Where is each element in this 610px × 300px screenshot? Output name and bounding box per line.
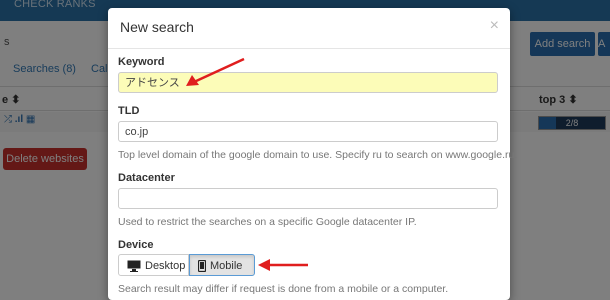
device-label: Device [118, 239, 154, 251]
new-search-modal: New search × Keyword アドセンス TLD co.jp Top… [108, 8, 517, 300]
device-desktop-label: Desktop [145, 260, 186, 272]
mobile-icon [198, 260, 206, 273]
modal-header: New search × [108, 8, 510, 49]
datacenter-input[interactable] [118, 188, 498, 209]
tld-label: TLD [118, 105, 140, 117]
tld-input[interactable]: co.jp [118, 121, 498, 142]
datacenter-help-text: Used to restrict the searches on a speci… [118, 216, 417, 228]
annotation-arrow-mobile [258, 259, 308, 271]
keyword-input[interactable]: アドセンス [118, 72, 498, 93]
device-mobile-button[interactable]: Mobile [189, 254, 255, 276]
device-mobile-label: Mobile [210, 260, 243, 272]
modal-title: New search [120, 19, 194, 35]
device-desktop-button[interactable]: Desktop [118, 254, 189, 276]
annotation-arrow-keyword [186, 57, 245, 86]
datacenter-label: Datacenter [118, 172, 175, 184]
keyword-label: Keyword [118, 56, 165, 68]
close-icon[interactable]: × [490, 17, 499, 35]
device-help-text: Search result may differ if request is d… [118, 283, 449, 295]
tld-help-text: Top level domain of the google domain to… [118, 149, 518, 161]
desktop-icon [127, 260, 141, 273]
